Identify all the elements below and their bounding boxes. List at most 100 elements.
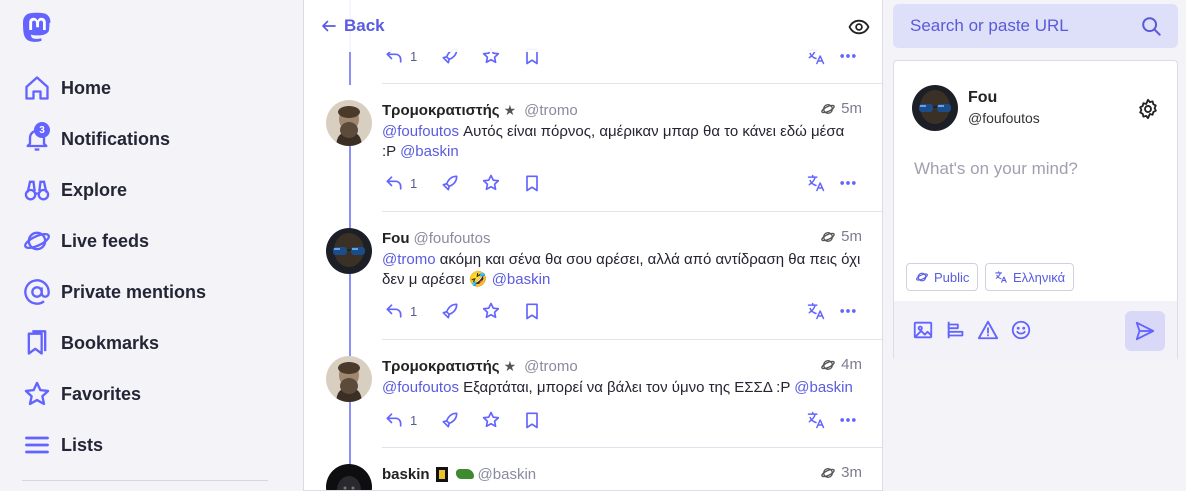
nav-item-label: Private mentions [61, 281, 207, 302]
more-dots-icon [840, 309, 856, 313]
language-button[interactable]: Ελληνικά [985, 263, 1075, 291]
visibility-button[interactable]: Public [906, 263, 979, 291]
more-button[interactable] [838, 408, 858, 432]
reply-button[interactable]: 1 [384, 299, 417, 323]
content-warning-icon[interactable] [977, 319, 999, 341]
reply-icon [386, 413, 402, 427]
relative-time: 4m [841, 356, 862, 373]
nav-item-home[interactable]: Home [22, 71, 272, 105]
translate-icon [995, 271, 1007, 283]
status-time[interactable]: 5m [820, 100, 862, 117]
status[interactable]: baskin @baskin 3m [304, 448, 882, 490]
avatar[interactable] [326, 100, 372, 146]
mention-link[interactable]: @foufoutos [382, 379, 459, 396]
nav-item-notifications[interactable]: 3 Notifications [22, 122, 272, 156]
more-button[interactable] [838, 171, 858, 195]
search-icon[interactable] [1140, 15, 1162, 37]
mention-link[interactable]: @baskin [400, 143, 459, 160]
binoculars-icon [22, 175, 52, 205]
back-button[interactable]: Back [320, 16, 385, 36]
status-time[interactable]: 4m [820, 356, 862, 373]
reply-icon [386, 304, 402, 318]
translate-button[interactable] [806, 171, 826, 195]
relative-time: 5m [841, 228, 862, 245]
account-handle[interactable]: @foufoutos [414, 230, 491, 247]
display-name[interactable]: baskin [382, 466, 430, 483]
bookmark-button[interactable] [522, 408, 542, 432]
nav-item-private-mentions[interactable]: Private mentions [22, 275, 272, 309]
avatar[interactable] [326, 356, 372, 402]
boost-button[interactable] [440, 299, 460, 323]
bookmark-button[interactable] [522, 171, 542, 195]
status-header: Τρομοκρατιστής ★ @tromo 5m [382, 100, 862, 120]
mention-link[interactable]: @baskin [794, 379, 853, 396]
compose-panel: Fou @foufoutos What's on your mind? Publ… [893, 60, 1178, 361]
mastodon-logo-icon[interactable] [22, 12, 52, 44]
emoji-icon[interactable] [1010, 319, 1032, 341]
status[interactable]: Τρομοκρατιστής ★ @tromo 4m @foufoutos Εξ… [304, 340, 882, 448]
account-handle[interactable]: @baskin [478, 466, 537, 483]
eye-icon[interactable] [848, 18, 870, 36]
bookmark-button[interactable] [522, 299, 542, 323]
bell-icon: 3 [22, 122, 52, 154]
star-outline-icon [482, 174, 500, 191]
nav-item-label: Home [61, 77, 112, 98]
boost-button[interactable] [440, 171, 460, 195]
status-content: @foufoutos Αυτός είναι πόρνος, αμέρικαν … [382, 122, 862, 161]
display-name[interactable]: Fou [382, 230, 410, 247]
nav-item-bookmarks[interactable]: Bookmarks [22, 326, 272, 360]
mention-link[interactable]: @tromo [382, 251, 436, 268]
account-handle[interactable]: @foufoutos [968, 110, 1040, 126]
favorite-button[interactable] [481, 171, 501, 195]
avatar[interactable] [912, 85, 958, 131]
mention-link[interactable]: @baskin [492, 271, 551, 288]
rocket-icon [442, 303, 458, 319]
translate-button[interactable] [806, 299, 826, 323]
display-name[interactable]: Τρομοκρατιστής [382, 102, 500, 119]
favorite-button[interactable] [481, 408, 501, 432]
display-name[interactable]: Τρομοκρατιστής [382, 358, 500, 375]
mention-link[interactable]: @foufoutos [382, 123, 459, 140]
nav-item-label: Live feeds [61, 230, 150, 251]
reply-count: 1 [410, 175, 418, 191]
nav-item-live-feeds[interactable]: Live feeds [22, 224, 272, 258]
reply-button[interactable]: 1 [384, 171, 417, 195]
send-button[interactable] [1125, 311, 1165, 351]
status-time[interactable]: 5m [820, 228, 862, 245]
poll-icon[interactable] [945, 319, 967, 341]
star-mark: ★ [503, 101, 517, 118]
status-actions: 1 [382, 171, 862, 195]
avatar[interactable] [326, 464, 372, 490]
send-icon [1135, 321, 1155, 341]
nav-item-lists[interactable]: Lists [22, 428, 272, 462]
compose-textarea[interactable]: What's on your mind? [914, 159, 1164, 179]
crocodile-emoji-icon [455, 469, 474, 479]
status-time[interactable]: 3m [820, 464, 862, 481]
avatar[interactable] [326, 228, 372, 274]
public-visibility-icon [916, 272, 928, 282]
nav-item-label: Favorites [61, 383, 142, 404]
translate-button[interactable] [806, 408, 826, 432]
status[interactable]: Τρομοκρατιστής ★ @tromo 5m @foufoutos Αυ… [304, 84, 882, 212]
bookmark-icon [526, 175, 538, 192]
arrow-left-icon [322, 20, 336, 32]
planet-icon [22, 226, 52, 256]
reply-button[interactable]: 1 [384, 408, 417, 432]
nav-item-favorites[interactable]: Favorites [22, 377, 272, 411]
nav-item-explore[interactable]: Explore [22, 173, 272, 207]
account-handle[interactable]: @tromo [524, 102, 578, 119]
navigation-panel: Home 3 Notifications Explore Live feeds … [0, 0, 290, 491]
image-icon[interactable] [912, 319, 934, 341]
bookmarks-icon [22, 328, 52, 358]
translate-icon [807, 174, 825, 192]
rocket-icon [442, 412, 458, 428]
status-text: ακόμη και σένα θα σου αρέσει, αλλά από α… [382, 251, 861, 288]
gear-icon[interactable] [1137, 98, 1159, 120]
favorite-button[interactable] [481, 299, 501, 323]
boost-button[interactable] [440, 408, 460, 432]
account-handle[interactable]: @tromo [524, 358, 578, 375]
more-button[interactable] [838, 299, 858, 323]
search-input[interactable]: Search or paste URL [893, 4, 1178, 48]
status[interactable]: Fou @foufoutos 5m @tromo ακόμη και σένα … [304, 212, 882, 340]
account-display-name[interactable]: Fou [968, 89, 997, 107]
